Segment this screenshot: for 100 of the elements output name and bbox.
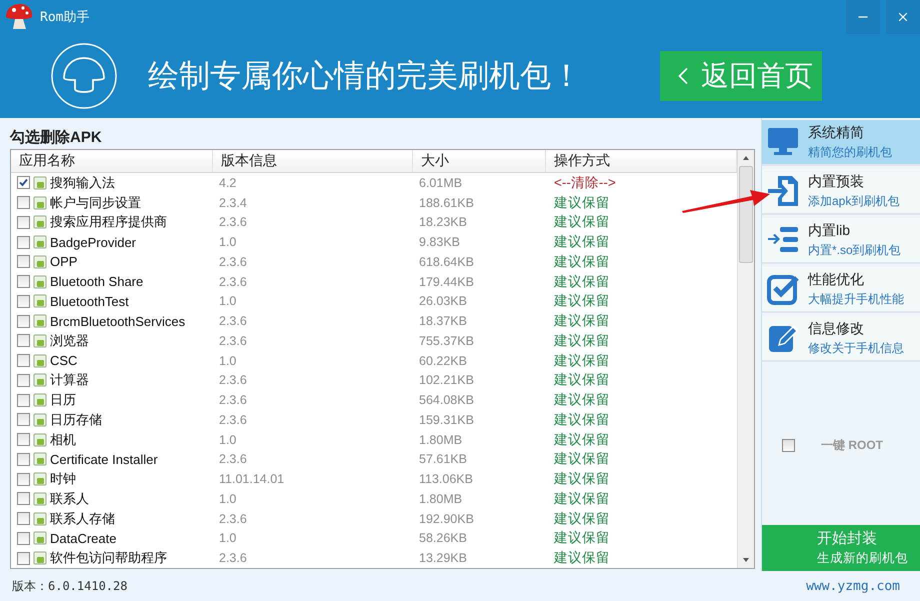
- version-cell-text: 2.3.6: [218, 274, 248, 289]
- checkbox[interactable]: [17, 314, 30, 328]
- size-cell-text: 102.21KB: [418, 373, 475, 388]
- action-cell-text: 建议保留: [553, 194, 611, 212]
- app-name: DataCreate: [50, 530, 116, 546]
- app-icon: [33, 412, 47, 427]
- scroll-thumb[interactable]: [739, 166, 753, 263]
- size-cell-text: 755.37KB: [418, 334, 475, 348]
- checkbox[interactable]: [17, 176, 30, 190]
- checkbox[interactable]: [17, 374, 30, 387]
- size-cell-text: 6.01MB: [418, 176, 464, 190]
- sidebar-item[interactable]: 性能优化 大幅提升手机性能: [762, 267, 920, 313]
- checkbox[interactable]: [17, 552, 30, 565]
- app-icon: [33, 215, 47, 230]
- checkbox[interactable]: [17, 255, 30, 268]
- app-icon: [33, 531, 47, 546]
- app-name: BrcmBluetoothServices: [50, 314, 186, 329]
- action-cell-text: <--清除-->: [553, 174, 617, 192]
- checkbox[interactable]: [17, 413, 30, 426]
- checkbox[interactable]: [17, 492, 30, 506]
- app-name: BluetoothTest: [50, 294, 129, 309]
- checkbox[interactable]: [17, 433, 30, 446]
- app-icon: [33, 354, 47, 368]
- website-link[interactable]: www.yzmg.com: [806, 578, 900, 594]
- root-label: 一键 ROOT: [821, 436, 883, 454]
- version-cell-text: 2.3.6: [218, 334, 248, 348]
- checkbox[interactable]: [17, 472, 30, 486]
- app-name: 日历: [50, 391, 76, 410]
- scroll-up-icon[interactable]: [742, 154, 750, 162]
- sidebar-item[interactable]: 内置预装 添加apk到刷机包: [762, 169, 920, 215]
- action-cell-text: 建议保留: [553, 332, 611, 350]
- sidebar-item-subtitle: 大幅提升手机性能: [808, 290, 904, 308]
- size-cell-text: 564.08KB: [418, 393, 475, 408]
- app-name: 浏览器: [50, 332, 89, 350]
- sidebar-item[interactable]: 系统精简 精简您的刷机包: [762, 120, 920, 166]
- sidebar-item-subtitle: 内置*.so到刷机包: [808, 242, 901, 258]
- checkbox[interactable]: [17, 452, 30, 466]
- version-cell-text: 2.3.6: [218, 215, 248, 230]
- version-cell-text: 2.3.6: [218, 551, 248, 566]
- checkbox[interactable]: [17, 354, 30, 368]
- column-header[interactable]: 版本信息: [213, 150, 413, 172]
- version-cell-text: 2.3.6: [218, 314, 248, 328]
- action-cell-text: 建议保留: [553, 510, 611, 528]
- checkbox[interactable]: [17, 294, 30, 308]
- app-name: Bluetooth Share: [50, 274, 144, 290]
- checkbox[interactable]: [17, 512, 30, 526]
- scroll-down-icon[interactable]: [742, 556, 750, 564]
- version-cell-text: 4.2: [218, 176, 238, 190]
- action-cell-text: 建议保留: [553, 430, 611, 449]
- app-icon: [33, 294, 47, 308]
- checkbox[interactable]: [17, 334, 30, 348]
- version-label: 版本：6.0.1410.28: [12, 578, 128, 594]
- version-cell-text: 2.3.6: [218, 412, 248, 427]
- action-cell-text: 建议保留: [553, 410, 611, 429]
- checkbox[interactable]: [17, 275, 30, 288]
- version-cell-text: 11.01.14.01: [218, 472, 286, 486]
- size-cell-text: 159.31KB: [418, 412, 475, 427]
- sidebar-item[interactable]: 信息修改 修改关于手机信息: [762, 316, 920, 362]
- root-checkbox[interactable]: [782, 438, 795, 452]
- version-cell-text: 2.3.6: [218, 452, 248, 466]
- app-icon: [33, 551, 47, 566]
- window-title: Rom助手: [40, 9, 90, 26]
- sidebar-item[interactable]: 内置lib 内置*.so到刷机包: [762, 218, 920, 264]
- size-cell-text: 57.61KB: [418, 452, 468, 466]
- action-cell-text: 建议保留: [553, 470, 611, 488]
- checkbox[interactable]: [17, 236, 30, 249]
- app-name: CSC: [50, 353, 78, 368]
- version-cell-text: 1.0: [218, 432, 238, 447]
- sidebar-item-subtitle: 修改关于手机信息: [808, 340, 904, 356]
- app-icon: [33, 314, 47, 328]
- version-cell-text: 2.3.6: [218, 373, 248, 388]
- sidebar-item-title: 内置预装: [808, 172, 865, 190]
- size-cell-text: 26.03KB: [418, 294, 468, 308]
- scrollbar[interactable]: [737, 150, 754, 568]
- column-header[interactable]: 应用名称: [11, 150, 213, 172]
- sidebar-item-subtitle: 添加apk到刷机包: [808, 192, 900, 210]
- size-cell-text: 13.29KB: [418, 551, 468, 566]
- app-name: 计算器: [50, 371, 89, 390]
- size-cell-text: 192.90KB: [418, 512, 475, 526]
- mushroom-icon: [50, 42, 118, 110]
- column-header[interactable]: 大小: [413, 150, 546, 172]
- action-cell-text: 建议保留: [553, 252, 611, 271]
- action-cell-text: 建议保留: [553, 292, 611, 310]
- app-name: 日历存储: [50, 410, 102, 429]
- panel-title: 勾选删除APK: [10, 128, 103, 147]
- action-cell-text: 建议保留: [553, 450, 611, 468]
- checkbox[interactable]: [17, 196, 30, 210]
- action-cell-text: 建议保留: [553, 272, 611, 291]
- size-cell-text: 1.80MB: [418, 492, 464, 506]
- action-cell-text: 建议保留: [553, 371, 611, 390]
- action-cell-text: 建议保留: [553, 490, 611, 508]
- checkbox[interactable]: [17, 216, 30, 229]
- sidebar-item-title: 性能优化: [808, 270, 865, 288]
- size-cell-text: 188.61KB: [418, 196, 475, 210]
- checkbox[interactable]: [17, 532, 30, 545]
- checkbox[interactable]: [17, 394, 30, 407]
- app-icon: [33, 274, 47, 289]
- app-name: BadgeProvider: [50, 234, 136, 250]
- app-name: 联系人存储: [50, 510, 115, 528]
- action-cell-text: 建议保留: [553, 312, 611, 330]
